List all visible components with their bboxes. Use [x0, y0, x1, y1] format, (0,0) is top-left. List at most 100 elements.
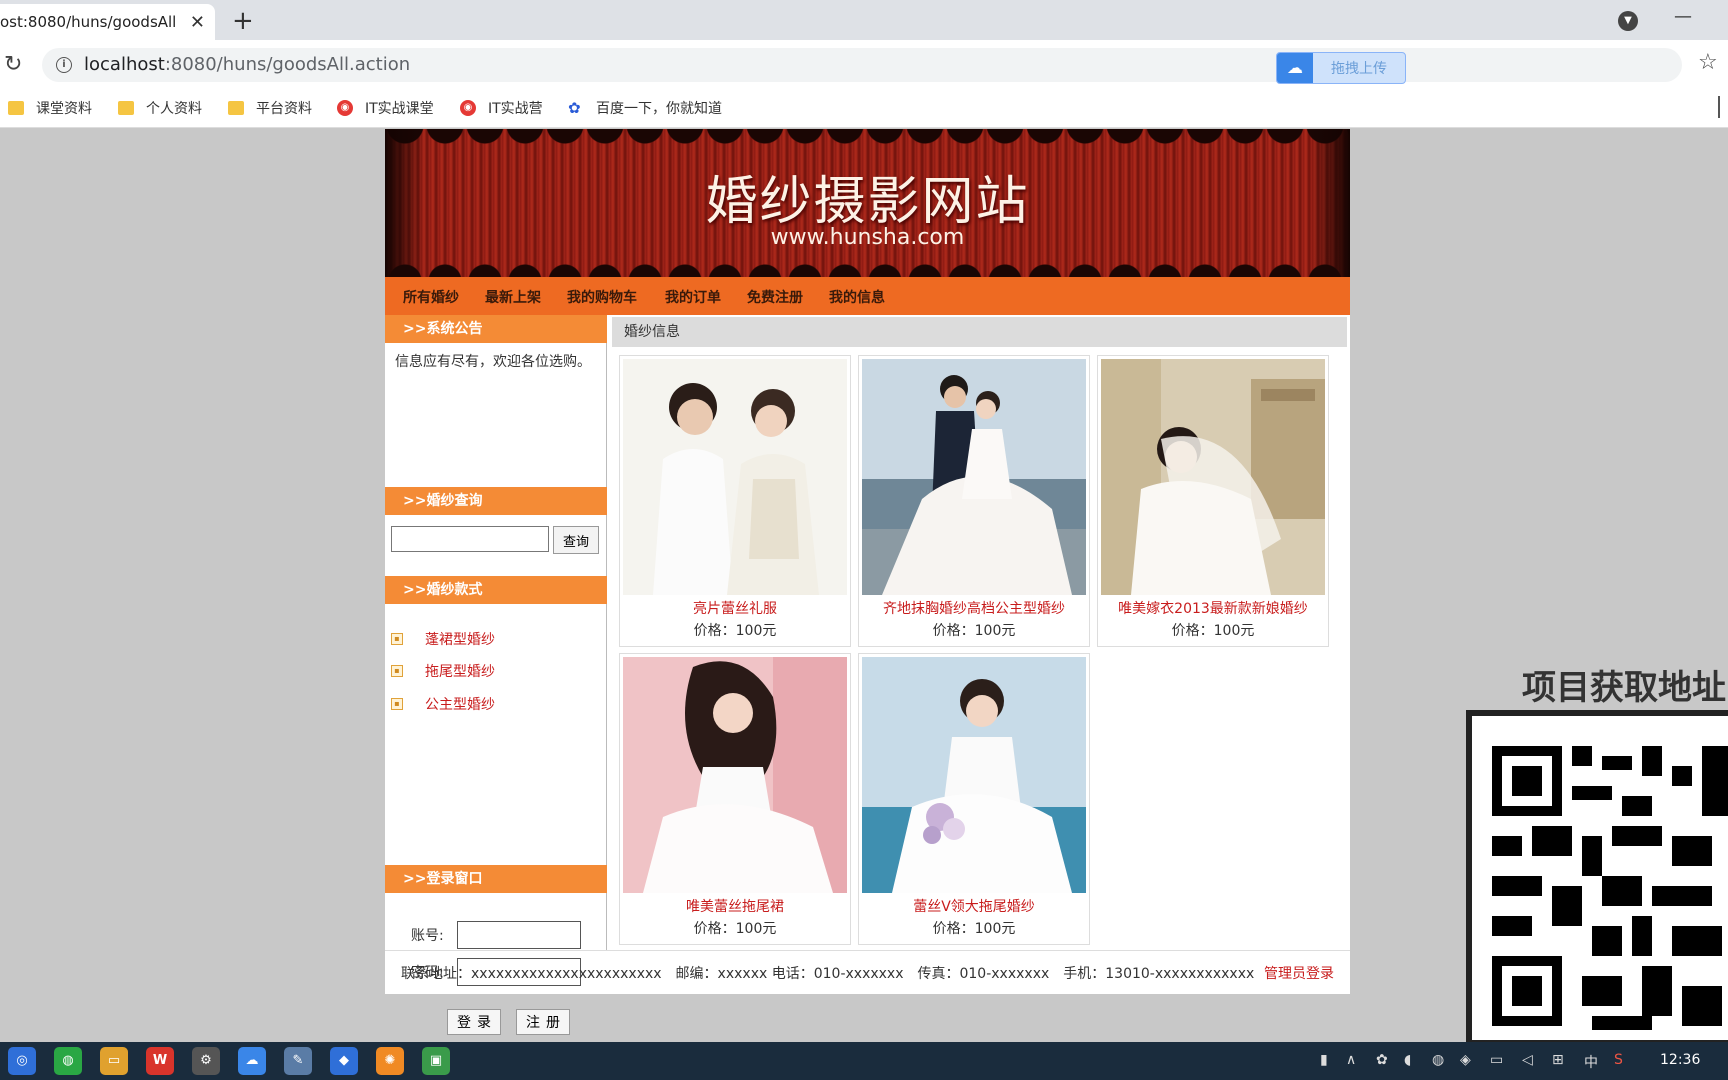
nav-orders[interactable]: 我的订单	[665, 287, 721, 307]
product-name[interactable]: 唯美嫁衣2013最新款新娘婚纱	[1098, 598, 1328, 618]
product-image[interactable]	[862, 657, 1086, 893]
product-card[interactable]: 蕾丝V领大拖尾婚纱 价格：100元	[858, 653, 1090, 945]
product-card[interactable]: 唯美嫁衣2013最新款新娘婚纱 价格：100元	[1097, 355, 1329, 647]
bookmarks-bar: 课堂资料 个人资料 平台资料 ◉ IT实战课堂 ◉ IT实战营 ✿ 百度一下，你…	[0, 90, 1728, 128]
tray-expand-icon[interactable]: ∧	[1346, 1052, 1356, 1068]
reload-icon[interactable]: ↻	[4, 52, 22, 77]
bookmark-item[interactable]: 课堂资料	[8, 98, 92, 118]
folder-icon	[8, 101, 24, 115]
bullet-icon: ▪	[391, 633, 403, 645]
register-button[interactable]: 注册	[516, 1009, 570, 1035]
bookmark-item[interactable]: 个人资料	[118, 98, 202, 118]
network-icon[interactable]: ⊞	[1552, 1052, 1564, 1068]
taskbar-clock[interactable]: 12:36	[1660, 1052, 1700, 1068]
bookmark-item[interactable]: ◉ IT实战课堂	[337, 98, 434, 118]
info-icon[interactable]: i	[56, 57, 72, 73]
file-explorer-icon[interactable]: ▭	[100, 1047, 128, 1075]
site-footer: 联系地址：xxxxxxxxxxxxxxxxxxxxxxx 邮编：xxxxxx 电…	[385, 950, 1350, 994]
url-text[interactable]: localhost:8080/huns/goodsAll.action	[84, 54, 410, 75]
main-nav: 所有婚纱 最新上架 我的购物车 我的订单 免费注册 我的信息	[385, 277, 1350, 315]
nav-my-info[interactable]: 我的信息	[829, 287, 885, 307]
wechat-icon[interactable]: ◍	[54, 1047, 82, 1075]
bookmark-label: 平台资料	[256, 101, 312, 117]
style-label: 拖尾型婚纱	[425, 664, 495, 680]
bookmark-label: 个人资料	[146, 101, 202, 117]
nav-new-arrivals[interactable]: 最新上架	[485, 287, 541, 307]
folder-icon	[228, 101, 244, 115]
search-input[interactable]	[391, 526, 549, 552]
wps-icon[interactable]: W	[146, 1047, 174, 1075]
bookmark-star-icon[interactable]: ☆	[1698, 50, 1718, 75]
nav-cart[interactable]: 我的购物车	[567, 287, 637, 307]
qr-code	[1466, 710, 1728, 1046]
style-link-princess[interactable]: ▪ 公主型婚纱	[391, 694, 495, 714]
address-bar[interactable]: i localhost:8080/huns/goodsAll.action ☁ …	[42, 48, 1682, 84]
login-button[interactable]: 登录	[447, 1009, 501, 1035]
footer-contact: 联系地址：xxxxxxxxxxxxxxxxxxxxxxx 邮编：xxxxxx 电…	[401, 966, 1255, 982]
tray-app-icon[interactable]: ✿	[1376, 1052, 1388, 1068]
site-banner: 婚纱摄影网站 www.hunsha.com	[385, 129, 1350, 277]
account-label: 账号:	[411, 928, 444, 944]
ide-icon[interactable]: ◆	[330, 1047, 358, 1075]
bookmark-item[interactable]: ◉ IT实战营	[460, 98, 543, 118]
address-bar-row: ↻ i localhost:8080/huns/goodsAll.action …	[0, 40, 1728, 90]
input-language[interactable]: 中	[1584, 1052, 1598, 1072]
product-image[interactable]	[1101, 359, 1325, 595]
keyboard-icon[interactable]: ▭	[1490, 1052, 1503, 1068]
battery-icon[interactable]: ▮	[1320, 1052, 1328, 1068]
style-label: 公主型婚纱	[425, 697, 495, 713]
paw-icon: ✿	[568, 99, 581, 117]
notice-text: 信息应有尽有，欢迎各位选购。	[395, 354, 591, 370]
style-link-trailing[interactable]: ▪ 拖尾型婚纱	[391, 661, 495, 681]
bookmark-item[interactable]: ✿ 百度一下，你就知道	[568, 98, 722, 118]
browser-tab[interactable]: ost:8080/huns/goodsAll ✕	[0, 4, 215, 40]
product-card[interactable]: 亮片蕾丝礼服 价格：100元	[619, 355, 851, 647]
sogou-icon[interactable]: S	[1614, 1052, 1623, 1068]
wechat-tray-icon[interactable]: ◍	[1432, 1052, 1444, 1068]
tab-search-icon[interactable]: ▼	[1618, 11, 1638, 31]
cloud-icon: ☁	[1277, 53, 1313, 83]
product-name[interactable]: 亮片蕾丝礼服	[620, 598, 850, 618]
product-card[interactable]: 唯美蕾丝拖尾裙 价格：100元	[619, 653, 851, 945]
account-input[interactable]	[457, 921, 581, 949]
drag-upload-button[interactable]: ☁ 拖拽上传	[1276, 52, 1406, 84]
reading-list-icon[interactable]	[1718, 96, 1728, 118]
search-button[interactable]: 查询	[553, 526, 599, 554]
sidebar: >>系统公告 信息应有尽有，欢迎各位选购。 >>婚纱查询 查询 >>婚纱款式 ▪…	[385, 315, 607, 1035]
close-tab-icon[interactable]: ✕	[190, 12, 205, 33]
notepad-icon[interactable]: ✎	[284, 1047, 312, 1075]
chrome-icon[interactable]: ◎	[8, 1047, 36, 1075]
bookmark-label: 百度一下，你就知道	[596, 101, 722, 117]
product-price: 价格：100元	[932, 921, 1016, 937]
product-image[interactable]	[623, 359, 847, 595]
product-image[interactable]	[623, 657, 847, 893]
admin-login-link[interactable]: 管理员登录	[1264, 963, 1334, 983]
microphone-icon[interactable]: ◖	[1404, 1052, 1411, 1068]
product-price: 价格：100元	[1171, 623, 1255, 639]
nav-register[interactable]: 免费注册	[747, 287, 803, 307]
style-label: 蓬裙型婚纱	[425, 632, 495, 648]
site-icon: ◉	[337, 100, 353, 116]
content-heading: 婚纱信息	[612, 317, 1347, 347]
tray-app2-icon[interactable]: ◈	[1460, 1052, 1471, 1068]
new-tab-icon[interactable]: +	[232, 6, 254, 36]
baidu-netdisk-icon[interactable]: ☁	[238, 1047, 266, 1075]
nav-all-dresses[interactable]: 所有婚纱	[403, 287, 459, 307]
product-card[interactable]: 齐地抹胸婚纱高档公主型婚纱 价格：100元	[858, 355, 1090, 647]
minimize-icon[interactable]: —	[1674, 6, 1692, 27]
product-image[interactable]	[862, 359, 1086, 595]
terminal-icon[interactable]: ▣	[422, 1047, 450, 1075]
volume-icon[interactable]: ◁	[1522, 1052, 1533, 1068]
bookmark-label: IT实战课堂	[365, 101, 434, 117]
bullet-icon: ▪	[391, 698, 403, 710]
product-name[interactable]: 齐地抹胸婚纱高档公主型婚纱	[859, 598, 1089, 618]
product-name[interactable]: 唯美蕾丝拖尾裙	[620, 896, 850, 916]
style-link-ball-gown[interactable]: ▪ 蓬裙型婚纱	[391, 629, 495, 649]
settings-icon[interactable]: ⚙	[192, 1047, 220, 1075]
browser-tab-bar: ost:8080/huns/goodsAll ✕ + ▼ —	[0, 0, 1728, 40]
bullet-icon: ▪	[391, 665, 403, 677]
tab-title: ost:8080/huns/goodsAll	[0, 13, 177, 31]
bookmark-item[interactable]: 平台资料	[228, 98, 312, 118]
product-name[interactable]: 蕾丝V领大拖尾婚纱	[859, 896, 1089, 916]
app-icon[interactable]: ✺	[376, 1047, 404, 1075]
